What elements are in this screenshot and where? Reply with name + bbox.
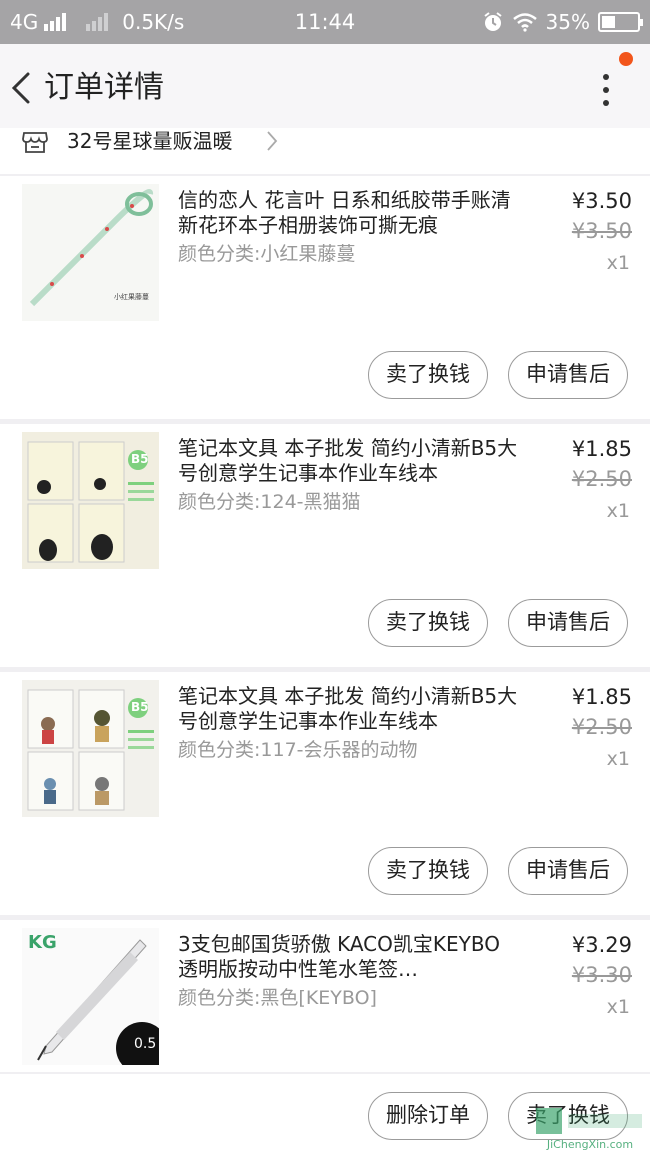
after-sales-button[interactable]: 申请售后 [508,599,628,647]
wifi-icon [512,13,537,32]
product-thumbnail[interactable]: KG 0.5 [22,928,159,1065]
status-bar: 4G 0.5K/s 11:44 35% [0,0,650,44]
battery-percent: 35% [545,10,590,34]
watermark-text: JiChengXin.com [546,1138,634,1151]
product-sku: 颜色分类:黑色[KEYBO] [178,987,377,1009]
order-item[interactable]: KG 0.5 3支包邮国货骄傲 KACO凯宝KEYBO透明版按动中性笔水笔签… … [0,920,650,1072]
more-vertical-icon[interactable] [596,70,616,110]
nav-bar: 订单详情 [0,44,650,132]
product-price: ¥3.50 [571,189,632,213]
order-item[interactable]: B5 笔记本文具 本子批发 简约小清新B5大号创意学生记事本作业车线本 颜色分类… [0,424,650,667]
original-price: ¥2.50 [571,715,632,739]
original-price: ¥3.50 [571,219,632,243]
page-title: 订单详情 [44,70,164,105]
product-title[interactable]: 笔记本文具 本子批发 简约小清新B5大号创意学生记事本作业车线本 [178,436,518,486]
order-item[interactable]: 小红果藤蔓 信的恋人 花言叶 日系和纸胶带手账清新花环本子相册装饰可撕无痕 颜色… [0,176,650,419]
sell-button[interactable]: 卖了换钱 [368,599,488,647]
chevron-right-icon [267,131,278,151]
product-thumbnail[interactable]: B5 [22,680,159,817]
battery-icon [598,12,643,32]
alarm-icon [483,12,502,31]
thumb-caption: B5 [131,452,149,466]
product-quantity: x1 [606,252,630,274]
product-title[interactable]: 信的恋人 花言叶 日系和纸胶带手账清新花环本子相册装饰可撕无痕 [178,188,518,238]
delete-order-button[interactable]: 删除订单 [368,1092,488,1140]
sell-button[interactable]: 卖了换钱 [368,351,488,399]
product-sku: 颜色分类:117-会乐器的动物 [178,739,418,761]
product-price: ¥3.29 [571,933,632,957]
product-quantity: x1 [606,748,630,770]
product-title[interactable]: 3支包邮国货骄傲 KACO凯宝KEYBO透明版按动中性笔水笔签… [178,932,518,982]
original-price: ¥2.50 [571,467,632,491]
store-row[interactable]: 32号星球量贩温暖 [0,128,650,174]
store-name[interactable]: 32号星球量贩温暖 [67,128,232,154]
order-item[interactable]: B5 笔记本文具 本子批发 简约小清新B5大号创意学生记事本作业车线本 颜色分类… [0,672,650,915]
thumb-caption: 小红果藤蔓 [114,293,149,301]
after-sales-button[interactable]: 申请售后 [508,847,628,895]
product-title[interactable]: 笔记本文具 本子批发 简约小清新B5大号创意学生记事本作业车线本 [178,684,518,734]
thumb-caption: B5 [131,700,149,714]
product-quantity: x1 [606,500,630,522]
watermark-logo: JiChengXin.com [534,1104,646,1152]
status-right: 35% [482,0,643,44]
store-icon [22,132,48,153]
back-chevron-icon[interactable] [8,68,36,108]
thumb-brand: KG [28,932,57,953]
notification-dot [619,52,633,66]
product-price: ¥1.85 [571,437,632,461]
product-sku: 颜色分类:124-黑猫猫 [178,491,361,513]
watermark-icon [536,1108,642,1134]
product-quantity: x1 [606,996,630,1018]
product-price: ¥1.85 [571,685,632,709]
product-thumbnail[interactable]: 小红果藤蔓 [22,184,159,321]
battery-level [602,16,616,28]
thumb-caption: 0.5 [134,1036,157,1052]
original-price: ¥3.30 [571,963,632,987]
sell-button[interactable]: 卖了换钱 [368,847,488,895]
product-sku: 颜色分类:小红果藤蔓 [178,243,356,265]
after-sales-button[interactable]: 申请售后 [508,351,628,399]
product-thumbnail[interactable]: B5 [22,432,159,569]
